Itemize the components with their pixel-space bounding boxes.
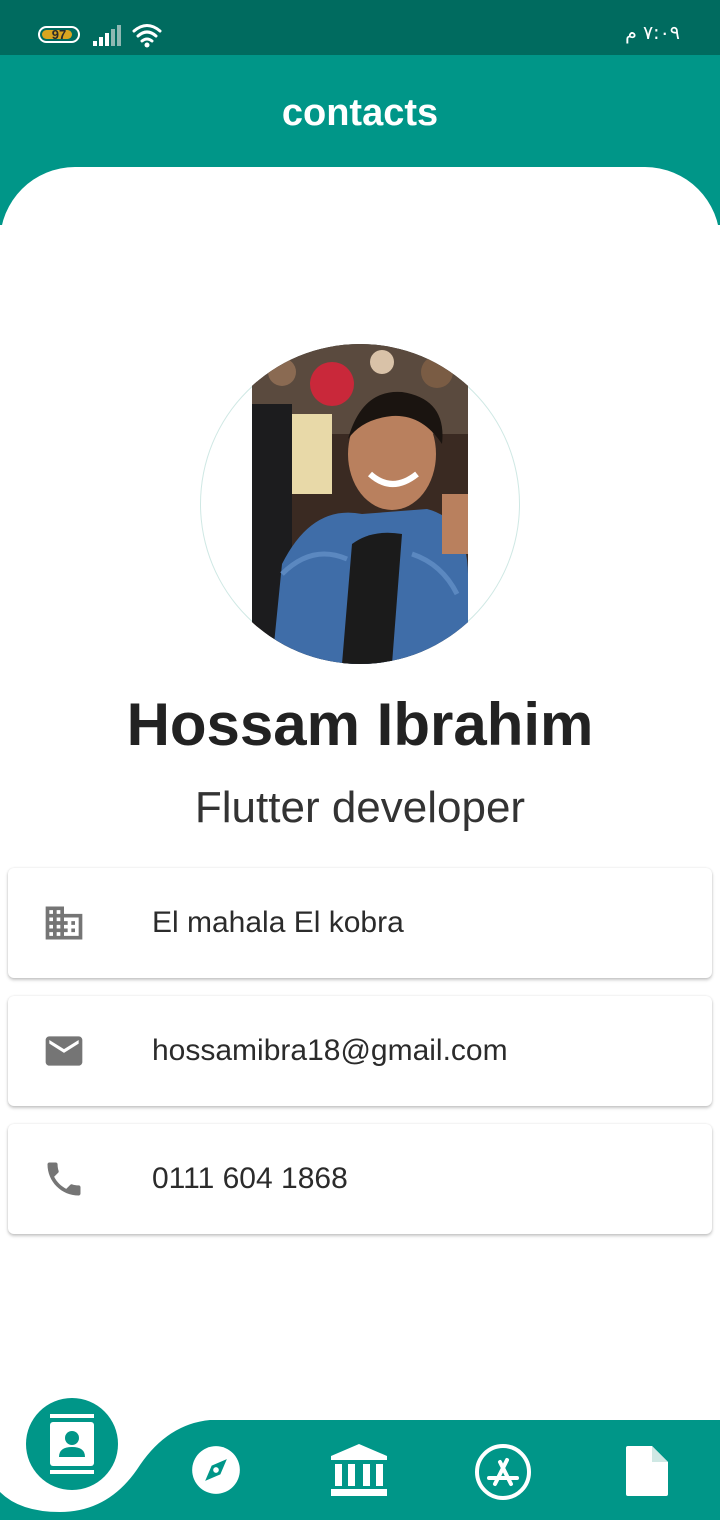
phone-text: 0111 604 1868 [152,1162,348,1195]
email-icon [45,1036,83,1066]
nav-item-contacts[interactable] [26,1398,118,1495]
battery-icon: 97 [38,26,80,43]
page-title: contacts [281,92,439,134]
status-clock: ٧:٠٩ م [625,22,680,44]
wifi-icon [132,24,162,48]
email-text: hossamibra18@gmail.com [152,1034,508,1067]
bank-icon [331,1444,387,1496]
profile-role: Flutter developer [194,783,526,832]
nav-item-apps[interactable] [473,1442,533,1507]
phone-card[interactable]: 0111 604 1868 [8,1124,712,1234]
nav-item-bank[interactable] [329,1442,389,1503]
building-icon [45,906,83,940]
nav-item-documents[interactable] [624,1444,670,1503]
avatar [200,344,520,664]
status-bar: 97 ٧:٠٩ م [0,0,720,55]
phone-icon [47,1162,81,1196]
app-store-icon [475,1444,531,1500]
location-text: El mahala El kobra [152,906,404,939]
bottom-nav [0,1398,720,1520]
signal-icon [93,25,121,46]
contacts-icon [26,1398,118,1490]
document-icon [626,1446,668,1496]
location-card[interactable]: El mahala El kobra [8,868,712,978]
profile-name: Hossam Ibrahim [126,691,594,758]
email-card[interactable]: hossamibra18@gmail.com [8,996,712,1106]
compass-icon [192,1446,240,1494]
nav-item-explore[interactable] [190,1444,242,1501]
battery-level: 97 [51,27,67,42]
profile-photo [252,344,468,664]
